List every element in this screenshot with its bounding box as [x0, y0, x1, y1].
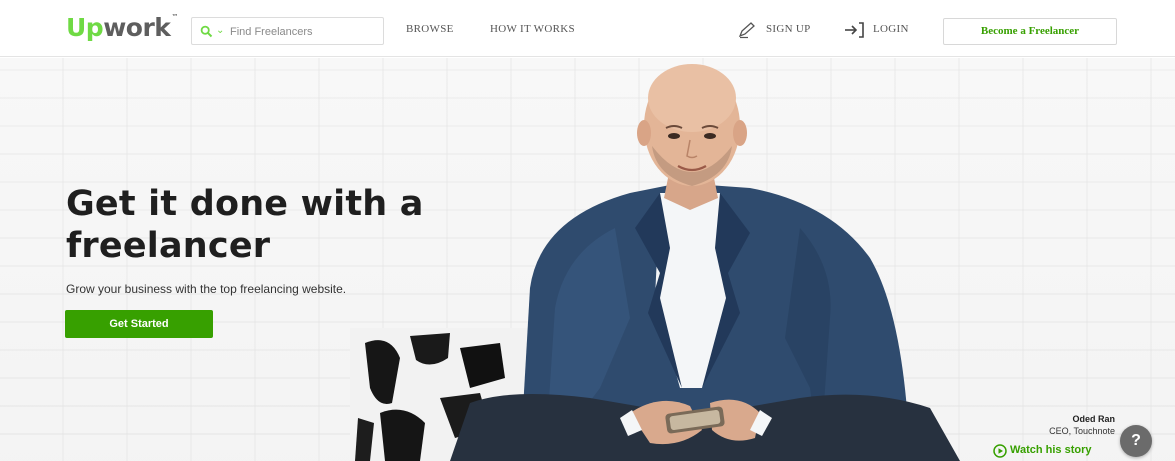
hero-subheadline: Grow your business with the top freelanc… — [66, 282, 347, 296]
play-circle-icon — [993, 444, 1007, 458]
logo-trademark: ™ — [171, 13, 178, 21]
top-navigation-bar: Upwork™ ⌄ BROWSE HOW IT WORKS SIGN UP LO… — [0, 0, 1175, 57]
sign-up-label: SIGN UP — [766, 23, 811, 35]
nav-browse[interactable]: BROWSE — [406, 23, 454, 35]
become-freelancer-button[interactable]: Become a Freelancer — [943, 18, 1117, 45]
search-box[interactable]: ⌄ — [191, 17, 384, 45]
testimonial-caption: Oded Ran CEO, Touchnote — [1049, 414, 1115, 436]
upwork-logo[interactable]: Upwork™ — [66, 13, 178, 42]
login-arrow-icon — [845, 22, 864, 38]
login-label: LOGIN — [873, 23, 909, 35]
hero-section: Get it done with a freelancer Grow your … — [0, 58, 1175, 461]
logo-up: Up — [66, 13, 104, 42]
nav-how-it-works[interactable]: HOW IT WORKS — [490, 23, 575, 35]
chevron-down-icon[interactable]: ⌄ — [216, 25, 224, 36]
get-started-button[interactable]: Get Started — [65, 310, 213, 338]
search-input[interactable] — [230, 23, 378, 41]
hero-headline: Get it done with a freelancer — [66, 184, 424, 266]
logo-work: work — [103, 13, 171, 42]
search-icon[interactable] — [200, 25, 213, 38]
testimonial-name: Oded Ran — [1072, 414, 1115, 424]
watch-story-label: Watch his story — [1010, 444, 1092, 456]
pencil-icon — [738, 22, 755, 39]
help-button[interactable]: ? — [1120, 425, 1152, 457]
testimonial-role: CEO, Touchnote — [1049, 426, 1115, 436]
